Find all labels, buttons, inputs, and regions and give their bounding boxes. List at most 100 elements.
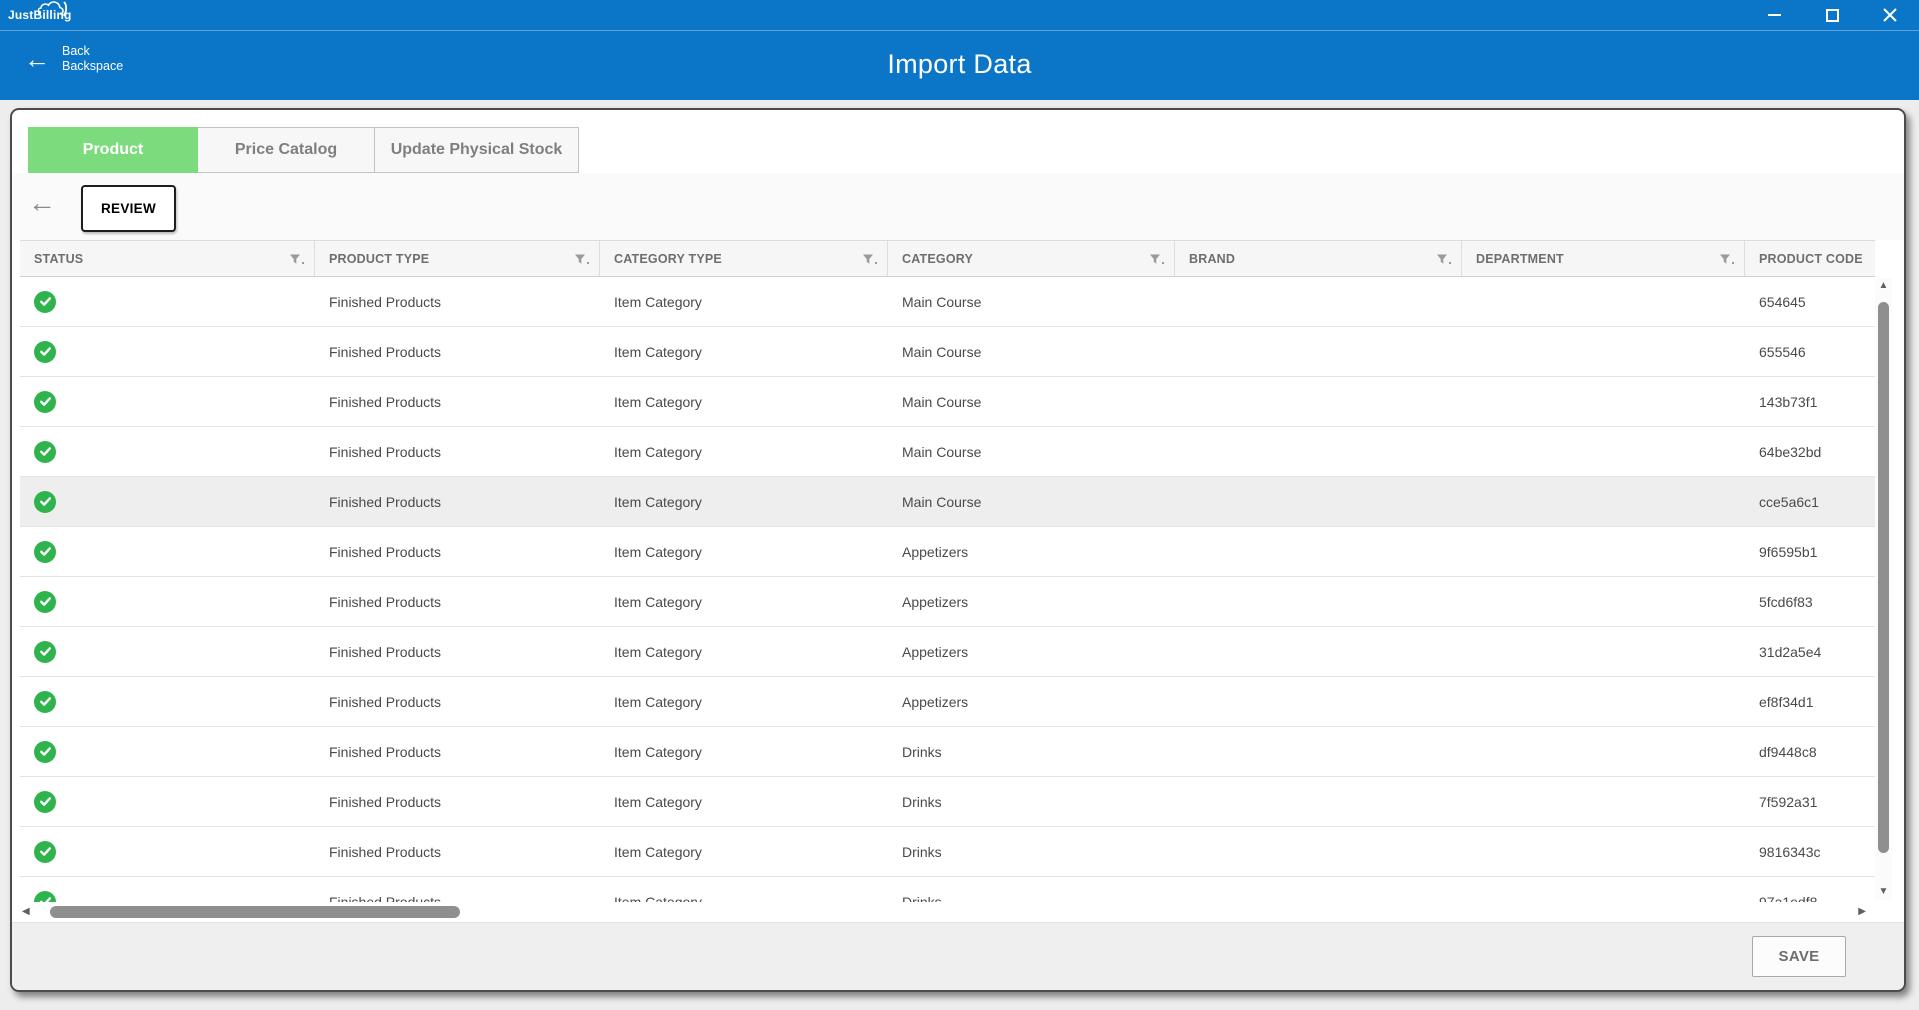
minimize-button[interactable] (1745, 0, 1803, 30)
cell-category: Drinks (888, 827, 1175, 876)
filter-dot (1449, 262, 1451, 264)
filter-dot (1162, 262, 1164, 264)
tab-product[interactable]: Product (28, 127, 198, 173)
scroll-left-icon[interactable]: ◀ (22, 907, 30, 917)
save-button[interactable]: SAVE (1752, 936, 1846, 977)
table-row[interactable]: Finished ProductsItem CategoryAppetizers… (20, 677, 1875, 727)
table-row[interactable]: Finished ProductsItem CategoryMain Cours… (20, 477, 1875, 527)
cell-product_code: df9448c8 (1745, 727, 1875, 776)
cell-product_code: 655546 (1745, 327, 1875, 376)
horizontal-scroll-thumb[interactable] (50, 906, 460, 918)
cell-product_type: Finished Products (315, 527, 600, 576)
column-header-department[interactable]: DEPARTMENT (1462, 241, 1745, 276)
page-title: Import Data (0, 49, 1919, 80)
cell-department (1462, 277, 1745, 326)
status-ok-icon (34, 541, 56, 563)
status-ok-icon (34, 841, 56, 863)
filter-icon[interactable] (289, 253, 304, 265)
grid-back-arrow-icon[interactable]: ← (28, 189, 56, 217)
cell-product_type: Finished Products (315, 377, 600, 426)
cell-brand (1175, 727, 1462, 776)
filter-dot (587, 262, 589, 264)
scroll-down-icon[interactable]: ▼ (1875, 887, 1892, 897)
vertical-scrollbar[interactable]: ▲ ▼ (1875, 278, 1892, 900)
cell-brand (1175, 877, 1462, 902)
cell-department (1462, 327, 1745, 376)
close-button[interactable] (1861, 0, 1919, 30)
tab-price-catalog[interactable]: Price Catalog (198, 127, 375, 173)
status-ok-icon (34, 591, 56, 613)
cell-category: Drinks (888, 877, 1175, 902)
cell-product_code: 7f592a31 (1745, 777, 1875, 826)
filter-icon[interactable] (1436, 253, 1451, 265)
close-icon (1883, 8, 1897, 22)
column-header-category[interactable]: CATEGORY (888, 241, 1175, 276)
review-button[interactable]: REVIEW (81, 185, 176, 232)
cell-product_type: Finished Products (315, 577, 600, 626)
cell-category: Appetizers (888, 577, 1175, 626)
cell-brand (1175, 377, 1462, 426)
column-header-brand[interactable]: BRAND (1175, 241, 1462, 276)
filter-icon[interactable] (1149, 253, 1164, 265)
cell-brand (1175, 477, 1462, 526)
filter-icon[interactable] (574, 253, 589, 265)
cell-category_type: Item Category (600, 277, 888, 326)
table-row[interactable]: Finished ProductsItem CategoryDrinks9816… (20, 827, 1875, 877)
command-bar: ← Back Backspace Import Data (0, 30, 1919, 100)
cell-department (1462, 477, 1745, 526)
tab-update-physical-stock[interactable]: Update Physical Stock (375, 127, 579, 173)
tab-strip: Product Price Catalog Update Physical St… (28, 127, 579, 173)
column-header-product_code[interactable]: PRODUCT CODE (1745, 241, 1875, 276)
cell-department (1462, 727, 1745, 776)
column-header-label: BRAND (1189, 252, 1235, 266)
table-row[interactable]: Finished ProductsItem CategoryAppetizers… (20, 577, 1875, 627)
import-panel: Product Price Catalog Update Physical St… (10, 108, 1906, 992)
filter-icon[interactable] (1719, 253, 1734, 265)
table-row[interactable]: Finished ProductsItem CategoryMain Cours… (20, 427, 1875, 477)
grid-toolbar: ← REVIEW (12, 173, 1904, 240)
cell-brand (1175, 627, 1462, 676)
cell-brand (1175, 427, 1462, 476)
panel-footer: SAVE (12, 922, 1904, 990)
titlebar: JustBilling (0, 0, 1919, 30)
column-header-status[interactable]: STATUS (20, 241, 315, 276)
table-row[interactable]: Finished ProductsItem CategoryDrinksdf94… (20, 727, 1875, 777)
cell-status (20, 377, 315, 426)
cell-product_type: Finished Products (315, 627, 600, 676)
page-background: Product Price Catalog Update Physical St… (0, 100, 1919, 1010)
minimize-icon (1768, 14, 1781, 16)
column-header-label: DEPARTMENT (1476, 252, 1564, 266)
maximize-icon (1826, 9, 1839, 22)
scroll-up-icon[interactable]: ▲ (1875, 281, 1892, 291)
cell-product_code: 97a1edf8 (1745, 877, 1875, 902)
cell-department (1462, 427, 1745, 476)
table-row[interactable]: Finished ProductsItem CategoryDrinks7f59… (20, 777, 1875, 827)
vertical-scroll-thumb[interactable] (1878, 302, 1889, 853)
column-header-product_type[interactable]: PRODUCT TYPE (315, 241, 600, 276)
status-ok-icon (34, 441, 56, 463)
cell-status (20, 777, 315, 826)
cell-brand (1175, 327, 1462, 376)
cell-department (1462, 877, 1745, 902)
horizontal-scrollbar[interactable]: ◀ ▶ (20, 903, 1868, 921)
filter-icon[interactable] (862, 253, 877, 265)
table-row[interactable]: Finished ProductsItem CategoryAppetizers… (20, 627, 1875, 677)
cell-product_type: Finished Products (315, 877, 600, 902)
table-row[interactable]: Finished ProductsItem CategoryAppetizers… (20, 527, 1875, 577)
column-header-category_type[interactable]: CATEGORY TYPE (600, 241, 888, 276)
table-row[interactable]: Finished ProductsItem CategoryMain Cours… (20, 377, 1875, 427)
window-controls (1745, 0, 1919, 30)
filter-dot (875, 262, 877, 264)
maximize-button[interactable] (1803, 0, 1861, 30)
cell-department (1462, 527, 1745, 576)
table-row[interactable]: Finished ProductsItem CategoryMain Cours… (20, 327, 1875, 377)
cell-category: Appetizers (888, 677, 1175, 726)
cell-status (20, 327, 315, 376)
cell-product_type: Finished Products (315, 777, 600, 826)
cell-status (20, 527, 315, 576)
cell-product_code: 64be32bd (1745, 427, 1875, 476)
cell-product_code: ef8f34d1 (1745, 677, 1875, 726)
table-row[interactable]: Finished ProductsItem CategoryDrinks97a1… (20, 877, 1875, 902)
table-row[interactable]: Finished ProductsItem CategoryMain Cours… (20, 277, 1875, 327)
scroll-right-icon[interactable]: ▶ (1858, 907, 1866, 917)
